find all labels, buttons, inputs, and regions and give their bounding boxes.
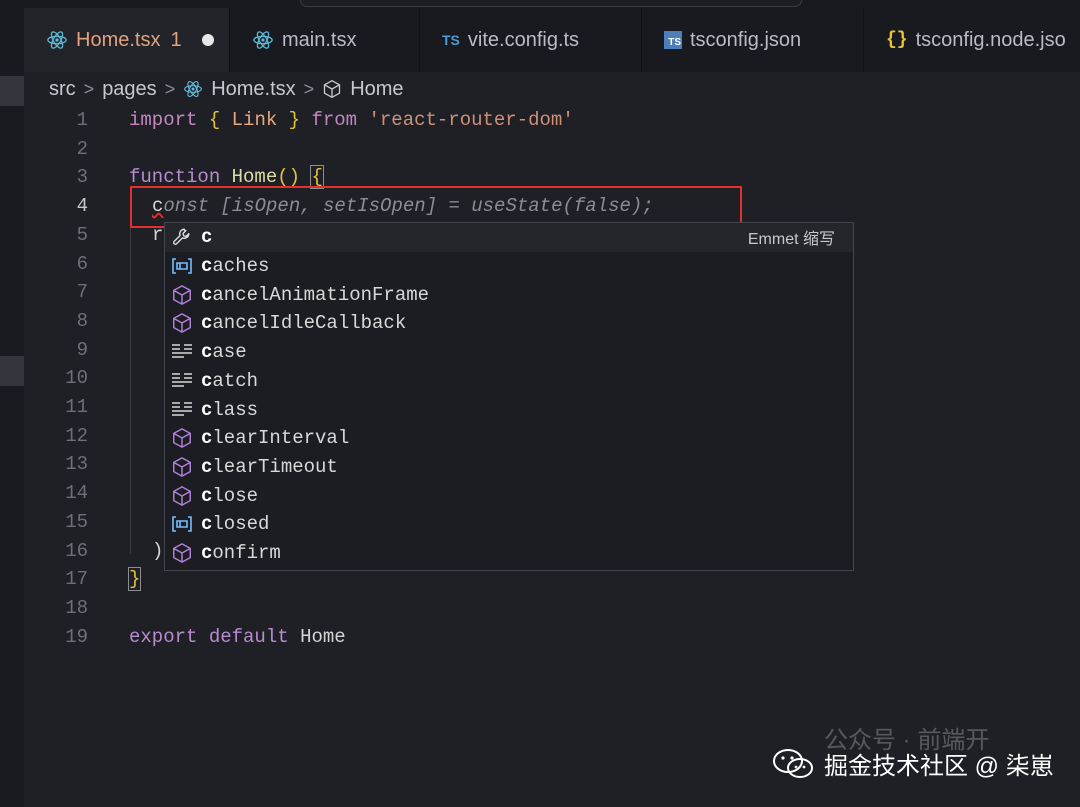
keyword-icon — [171, 341, 193, 363]
tsconfig-icon: TS — [664, 31, 682, 49]
method-cube-icon — [171, 312, 193, 334]
left-panel-edge — [0, 72, 24, 807]
line-number: 13 — [65, 453, 88, 476]
method-cube-icon — [171, 542, 193, 564]
line-number: 3 — [76, 166, 88, 189]
symbol-cube-icon — [324, 80, 341, 99]
autocomplete-suggest-widget[interactable]: c Emmet 缩写 caches cancelAnimationFrame c… — [164, 222, 854, 571]
editor-tab-bar: Home.tsx 1 main.tsx TS vite.config.ts TS… — [0, 0, 1080, 72]
suggestion-item[interactable]: close — [165, 481, 853, 510]
problem-count-badge: 1 — [170, 28, 182, 51]
tab-main-tsx[interactable]: main.tsx — [230, 8, 420, 72]
wechat-icon — [773, 748, 813, 778]
breadcrumb-separator: > — [303, 78, 315, 99]
suggestion-item[interactable]: c Emmet 缩写 — [165, 223, 853, 252]
tab-label: tsconfig.node.jso — [915, 28, 1066, 51]
line-number: 15 — [65, 510, 88, 533]
breadcrumb-item-src[interactable]: src — [49, 78, 76, 101]
breadcrumb: src > pages > Home.tsx > Home — [49, 76, 404, 102]
method-cube-icon — [171, 485, 193, 507]
line-number: 17 — [65, 568, 88, 591]
line-number: 9 — [76, 338, 88, 361]
wrench-icon — [171, 226, 193, 248]
unsaved-dot-icon[interactable] — [201, 34, 214, 46]
method-cube-icon — [171, 427, 193, 449]
line-number: 18 — [65, 596, 88, 619]
panel-marker — [0, 356, 24, 386]
tab-vite-config-ts[interactable]: TS vite.config.ts — [420, 8, 642, 72]
line-number: 8 — [76, 309, 88, 332]
tab-tsconfig-json[interactable]: TS tsconfig.json — [642, 8, 864, 72]
variable-icon — [171, 513, 193, 535]
line-number: 12 — [65, 424, 88, 447]
line-number: 4 — [76, 195, 88, 218]
ts-icon: TS — [442, 32, 460, 48]
tab-label: vite.config.ts — [467, 28, 580, 51]
variable-icon — [171, 255, 193, 277]
tab-home-tsx[interactable]: Home.tsx 1 — [24, 8, 230, 72]
suggestion-detail: Emmet 缩写 — [747, 231, 835, 249]
breadcrumb-separator: > — [83, 78, 95, 99]
tab-label: tsconfig.json — [690, 28, 802, 51]
breadcrumb-item-pages[interactable]: pages — [102, 78, 157, 101]
method-cube-icon — [171, 284, 193, 306]
line-number: 1 — [76, 109, 88, 131]
watermark: 公众号 · 前端开 掘金技术社区 @ 柒崽 — [772, 727, 1054, 781]
line-number: 14 — [65, 482, 88, 505]
line-number: 11 — [65, 396, 88, 418]
line-number: 16 — [65, 539, 88, 562]
line-number: 5 — [76, 223, 88, 246]
suggestion-item[interactable]: clearInterval — [165, 424, 853, 453]
watermark-faint-text: 公众号 · 前端开 — [824, 727, 990, 754]
suggestion-item[interactable]: class — [165, 395, 853, 424]
breadcrumb-item-file[interactable]: Home.tsx — [211, 78, 295, 101]
title-bar-strip — [300, 0, 802, 7]
suggestion-item[interactable]: case — [165, 338, 853, 367]
line-number: 19 — [65, 625, 88, 648]
suggestion-item[interactable]: confirm — [165, 539, 853, 568]
json-braces-icon: {} — [886, 30, 908, 50]
suggestion-item[interactable]: catch — [165, 367, 853, 396]
tab-label: Home.tsx — [76, 28, 161, 51]
line-number: 10 — [65, 367, 88, 390]
method-cube-icon — [171, 456, 193, 478]
tab-tsconfig-node-json[interactable]: {} tsconfig.node.jso — [864, 8, 1080, 72]
react-icon — [253, 31, 273, 49]
line-number: 7 — [76, 281, 88, 304]
code-line: 2 — [24, 135, 1080, 164]
tab-label: main.tsx — [282, 28, 357, 51]
keyword-icon — [171, 399, 193, 421]
breadcrumb-separator: > — [164, 78, 176, 99]
line-number: 2 — [76, 137, 88, 160]
keyword-icon — [171, 370, 193, 392]
react-icon — [47, 31, 67, 49]
suggestion-item[interactable]: cancelAnimationFrame — [165, 280, 853, 309]
breadcrumb-item-symbol[interactable]: Home — [350, 78, 403, 101]
suggestion-item[interactable]: clearTimeout — [165, 453, 853, 482]
code-line: 19 export default Home — [24, 623, 1080, 652]
suggestion-item[interactable]: cancelIdleCallback — [165, 309, 853, 338]
code-line: 18 — [24, 594, 1080, 623]
panel-marker — [0, 76, 24, 106]
suggestion-item[interactable]: closed — [165, 510, 853, 539]
line-number: 6 — [76, 252, 88, 275]
react-icon — [184, 81, 203, 97]
code-line: 1 import { Link } from 'react-router-dom… — [24, 106, 1080, 135]
suggestion-item[interactable]: caches — [165, 252, 853, 281]
